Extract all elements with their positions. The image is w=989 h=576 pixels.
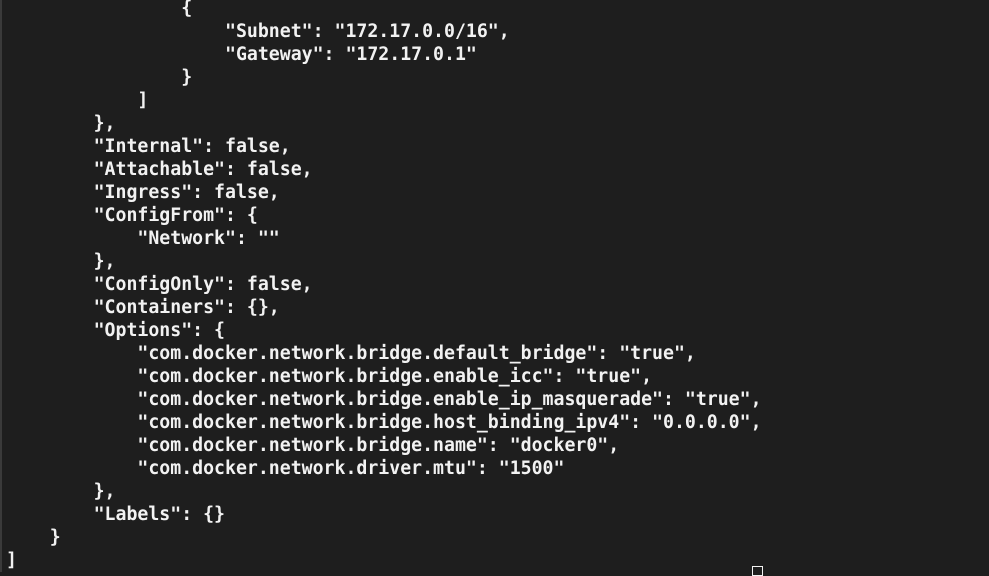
terminal-line: "Attachable": false, — [6, 159, 313, 180]
terminal-line: "Internal": false, — [6, 136, 291, 157]
terminal-line: "Options": { — [6, 320, 225, 341]
terminal-line: }, — [6, 113, 116, 134]
terminal-line: "ConfigFrom": { — [6, 205, 258, 226]
terminal-line: "com.docker.network.bridge.enable_ip_mas… — [6, 389, 762, 410]
terminal-line: "com.docker.network.bridge.name": "docke… — [6, 435, 620, 456]
terminal-line: ] — [6, 550, 17, 571]
terminal-window[interactable]: { "Subnet": "172.17.0.0/16", "Gateway": … — [0, 0, 989, 576]
terminal-line: } — [6, 527, 61, 548]
terminal-line: "Labels": {} — [6, 504, 225, 525]
terminal-line: "Containers": {}, — [6, 297, 280, 318]
terminal-line: } — [6, 67, 193, 88]
terminal-line: "Subnet": "172.17.0.0/16", — [6, 21, 510, 42]
terminal-line: "Gateway": "172.17.0.1" — [6, 44, 477, 65]
terminal-output: { "Subnet": "172.17.0.0/16", "Gateway": … — [6, 0, 762, 572]
terminal-line: "com.docker.network.bridge.enable_icc": … — [6, 366, 653, 387]
terminal-line: "ConfigOnly": false, — [6, 274, 313, 295]
terminal-line: }, — [6, 251, 116, 272]
terminal-line: { — [6, 0, 193, 19]
terminal-line: "com.docker.network.bridge.host_binding_… — [6, 412, 762, 433]
terminal-line: ] — [6, 90, 149, 111]
terminal-cursor — [752, 566, 763, 576]
terminal-line: "com.docker.network.driver.mtu": "1500" — [6, 458, 565, 479]
terminal-line: "com.docker.network.bridge.default_bridg… — [6, 343, 696, 364]
terminal-line: "Ingress": false, — [6, 182, 280, 203]
terminal-line: "Network": "" — [6, 228, 280, 249]
terminal-line: }, — [6, 481, 116, 502]
